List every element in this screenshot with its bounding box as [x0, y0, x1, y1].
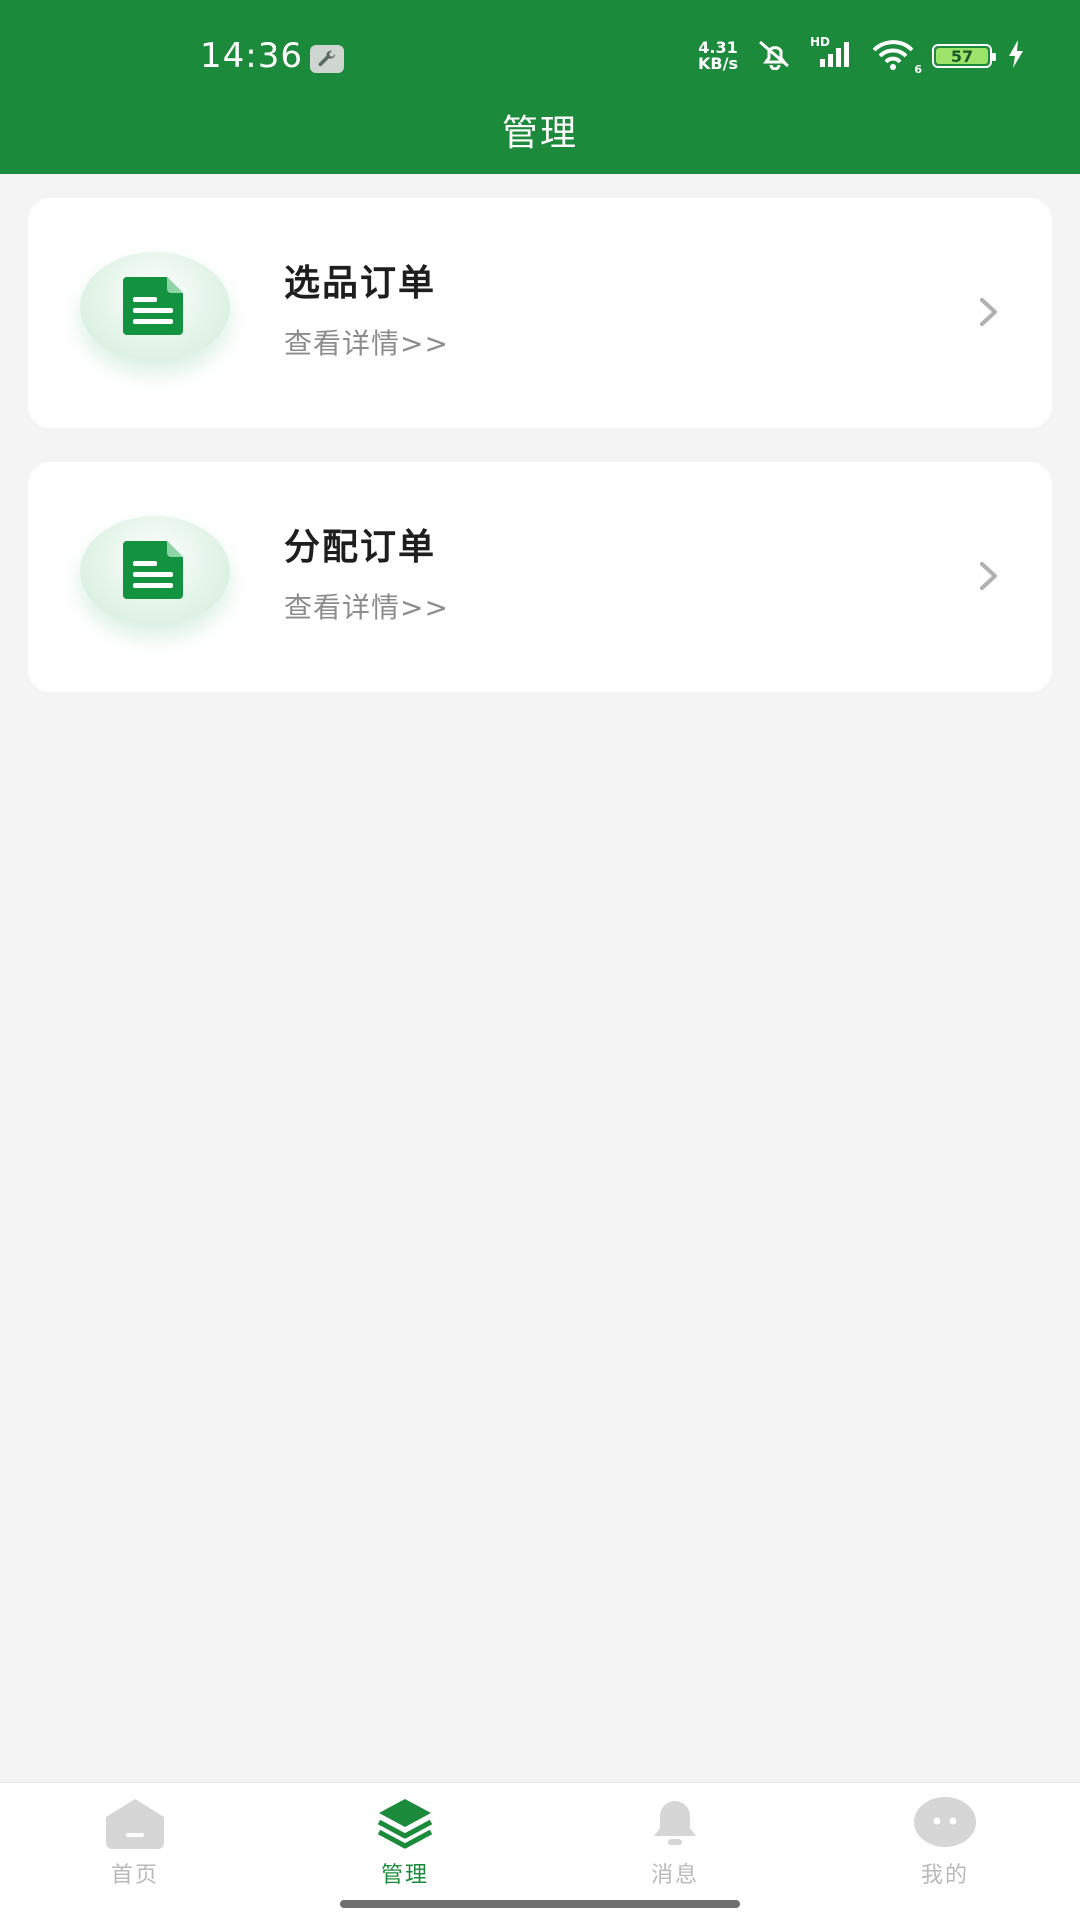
home-indicator[interactable] — [340, 1900, 740, 1908]
chat-bubble-icon — [912, 1793, 978, 1853]
charging-icon — [1008, 40, 1024, 72]
chevron-right-icon — [974, 294, 1004, 330]
home-icon — [102, 1793, 168, 1853]
battery-indicator: 57 — [932, 44, 996, 68]
nav-item-home[interactable]: 首页 — [0, 1783, 270, 1920]
net-speed-unit: KB/s — [698, 54, 738, 73]
page-title: 管理 — [501, 113, 578, 154]
card-detail-link[interactable]: 查看详情>> — [284, 322, 449, 362]
chevron-right-icon — [974, 558, 1004, 594]
signal-label: HD — [810, 35, 831, 49]
card-icon-bg — [80, 252, 230, 362]
nav-item-mine[interactable]: 我的 — [810, 1783, 1080, 1920]
app-header: 14:36 4.31 KB/s HD 6 57 管理 — [0, 0, 1080, 174]
net-speed: 4.31 KB/s — [698, 40, 738, 72]
wifi-icon: 6 — [870, 38, 922, 76]
card-title: 分配订单 — [284, 527, 437, 568]
battery-tip — [992, 53, 996, 61]
wrench-icon — [310, 45, 344, 73]
layers-icon — [372, 1793, 438, 1853]
card-title: 选品订单 — [284, 263, 437, 304]
bell-icon — [642, 1793, 708, 1853]
document-icon — [121, 275, 189, 339]
nav-label: 消息 — [650, 1863, 699, 1888]
screen: 14:36 4.31 KB/s HD 6 57 管理 选品订单 查看详情>> 分… — [0, 0, 1080, 1920]
nav-label: 首页 — [110, 1863, 159, 1888]
nav-label: 我的 — [920, 1863, 969, 1888]
document-icon — [121, 539, 189, 603]
card-assigned-orders[interactable]: 分配订单 查看详情>> — [28, 462, 1052, 692]
signal-icon: HD — [810, 35, 854, 73]
status-time: 14:36 — [200, 36, 303, 76]
card-selection-orders[interactable]: 选品订单 查看详情>> — [28, 198, 1052, 428]
battery-level: 57 — [936, 47, 988, 66]
card-detail-link[interactable]: 查看详情>> — [284, 586, 449, 626]
status-icons: 4.31 KB/s HD 6 57 — [698, 35, 1024, 76]
nav-label: 管理 — [380, 1863, 429, 1888]
wifi-label: 6 — [914, 63, 922, 76]
card-icon-bg — [80, 516, 230, 626]
mute-bell-icon — [754, 38, 794, 74]
